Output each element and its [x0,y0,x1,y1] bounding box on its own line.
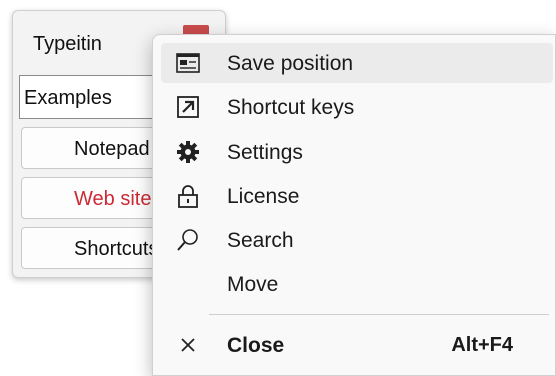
combo-value: Examples [24,87,112,109]
menu-item-label: Save position [227,52,354,75]
gear-icon [175,140,201,164]
close-icon [175,333,201,357]
accelerator-label: Alt+F4 [451,334,513,356]
menu-item-label: Move [227,273,279,296]
menu-separator [209,314,549,315]
button-label: Notepad [74,138,150,160]
magnifier-icon [175,228,201,252]
context-menu: Save position Shortcut keys Settings Lic… [152,34,556,376]
menu-item-search[interactable]: Search [161,220,553,260]
window-title: Typeitin [33,33,102,55]
menu-item-shortcut-keys[interactable]: Shortcut keys [161,87,553,127]
menu-item-settings[interactable]: Settings [161,132,553,172]
shortcut-arrow-icon [175,95,201,119]
menu-item-label: Shortcut keys [227,96,355,119]
menu-item-close[interactable]: Close Alt+F4 [161,325,553,365]
menu-item-save-position[interactable]: Save position [161,43,553,83]
menu-item-label: Settings [227,141,303,164]
window-layout-icon [175,51,201,75]
menu-item-label: License [227,185,300,208]
menu-item-label: Search [227,229,294,252]
button-label: Shortcuts [74,238,159,260]
button-label: Web site [74,188,152,210]
menu-item-license[interactable]: License [161,176,553,216]
menu-item-label: Close [227,334,285,357]
padlock-icon [175,184,201,208]
menu-item-move[interactable]: Move [161,264,553,304]
